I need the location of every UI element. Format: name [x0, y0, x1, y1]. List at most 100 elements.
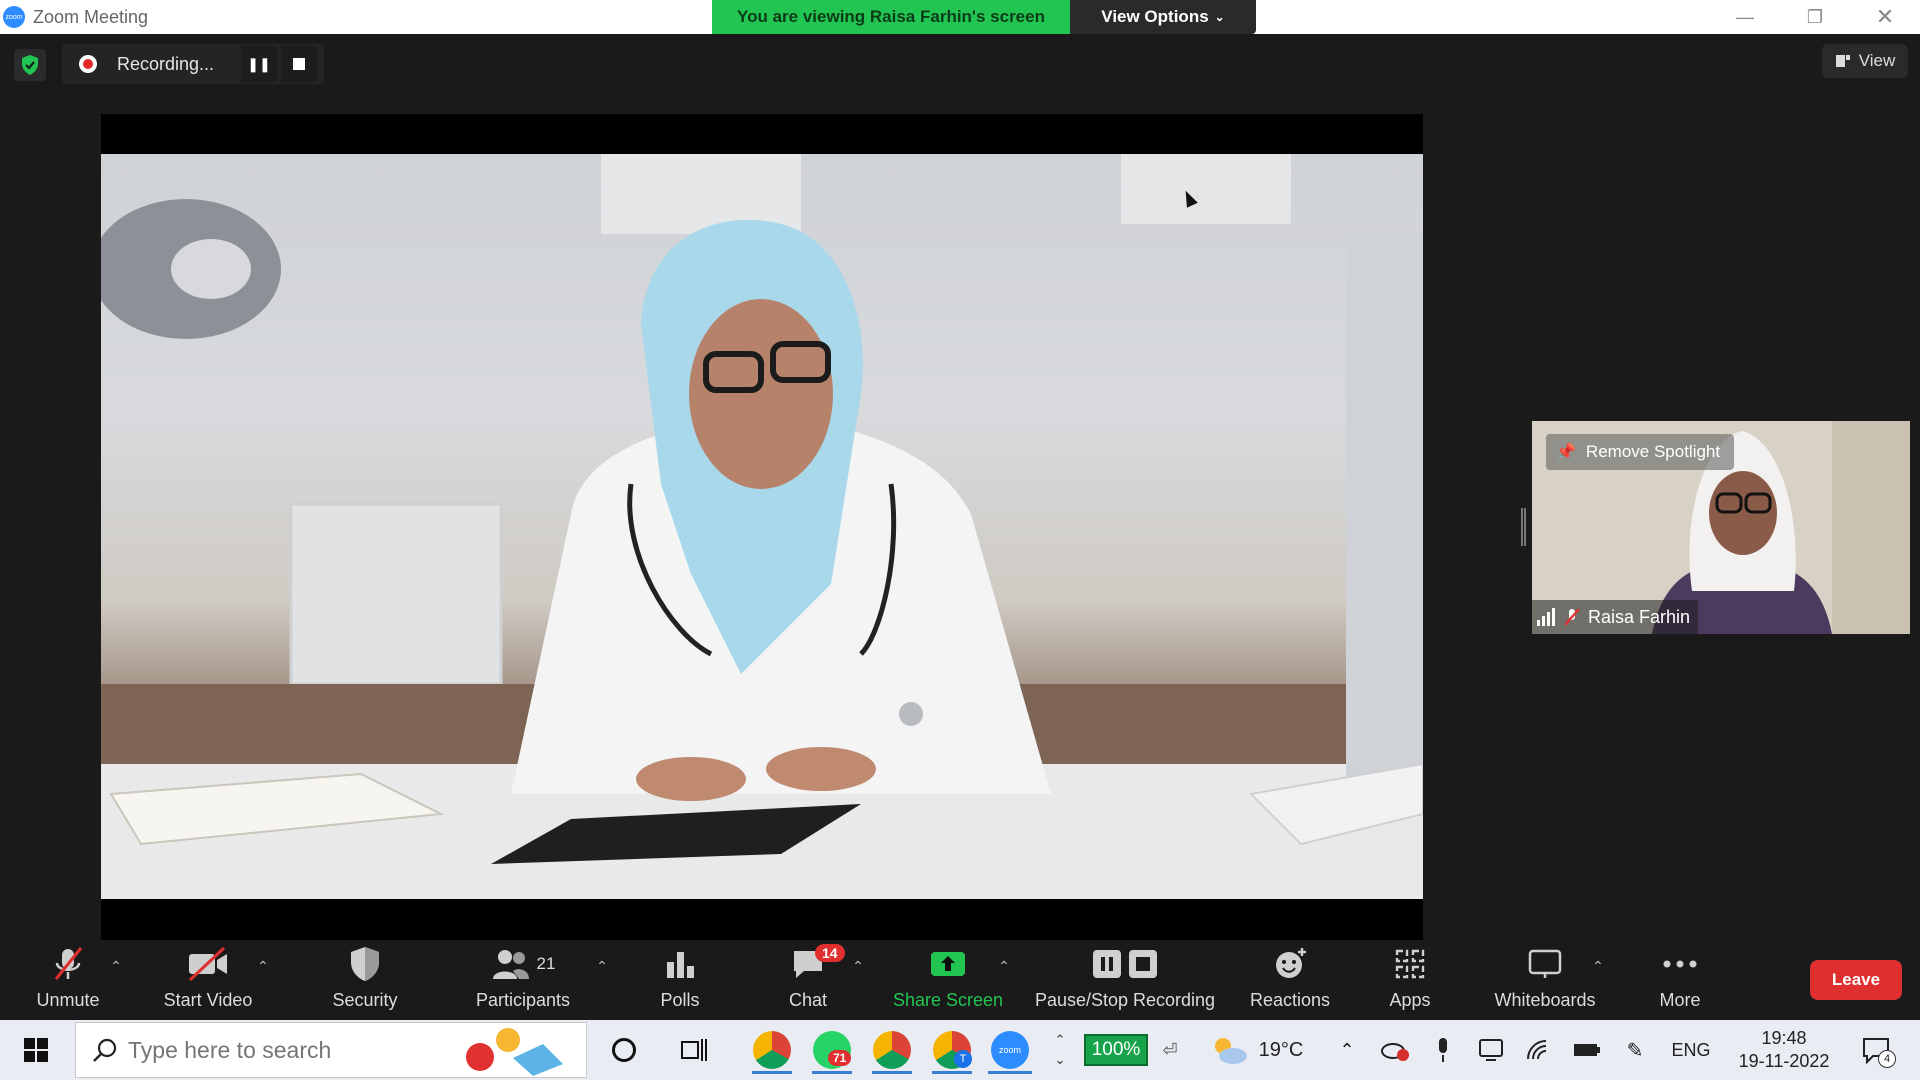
plug-icon: ⏎	[1162, 1039, 1178, 1060]
whatsapp-taskbar-app[interactable]: 71	[804, 1026, 860, 1074]
pause-icon: ❚❚	[247, 55, 271, 72]
polls-button[interactable]: Polls	[640, 940, 720, 1020]
share-screen-button[interactable]: Share Screen	[888, 940, 1008, 1020]
task-view-button[interactable]	[670, 1026, 718, 1074]
clock-time: 19:48	[1761, 1028, 1807, 1048]
pause-recording-button[interactable]: ❚❚	[241, 46, 277, 82]
minimize-icon: —	[1736, 6, 1754, 27]
more-button[interactable]: More	[1640, 940, 1720, 1020]
meeting-toolbar: Unmute ⌃ Start Video ⌃ Security 21 Parti…	[0, 940, 1920, 1020]
reactions-button[interactable]: Reactions	[1240, 940, 1340, 1020]
wifi-tray-button[interactable]	[1522, 1026, 1556, 1074]
participants-options-caret[interactable]: ⌃	[592, 958, 612, 975]
chat-label: Chat	[788, 990, 828, 1010]
taskbar-search[interactable]	[75, 1022, 587, 1078]
doctor-photo	[101, 154, 1423, 899]
notification-count: 4	[1878, 1050, 1896, 1068]
viewing-banner: You are viewing Raisa Farhin's screen Vi…	[712, 0, 1256, 34]
apps-label: Apps	[1389, 990, 1431, 1010]
audio-options-caret[interactable]: ⌃	[106, 958, 126, 975]
onedrive-button[interactable]	[1378, 1026, 1412, 1074]
minimize-button[interactable]: —	[1710, 0, 1780, 34]
view-options-label: View Options	[1101, 7, 1209, 26]
microphone-tray-button[interactable]	[1426, 1026, 1460, 1074]
chevron-up-icon: ⌃	[1054, 1032, 1066, 1047]
encryption-shield-button[interactable]	[14, 49, 46, 81]
whiteboards-button[interactable]: Whiteboards	[1480, 940, 1610, 1020]
security-button[interactable]: Security	[315, 940, 415, 1020]
view-button[interactable]: View	[1822, 44, 1908, 78]
start-video-button[interactable]: Start Video	[148, 940, 268, 1020]
signal-strength-icon	[1537, 608, 1555, 626]
clock-button[interactable]: 19:48 19-11-2022	[1728, 1026, 1840, 1074]
panel-resize-handle[interactable]	[1521, 508, 1526, 546]
pen-icon: ✎	[1626, 1039, 1644, 1062]
restore-icon: ❐	[1806, 6, 1824, 27]
participant-name: Raisa Farhin	[1588, 606, 1691, 627]
restore-button[interactable]: ❐	[1780, 0, 1850, 34]
chrome-taskbar-app-2[interactable]	[864, 1026, 920, 1074]
display-tray-button[interactable]	[1474, 1026, 1508, 1074]
battery-widget[interactable]: 100%	[1078, 1026, 1154, 1074]
reactions-label: Reactions	[1249, 990, 1331, 1010]
wifi-icon	[1527, 1040, 1547, 1060]
chevron-up-icon: ⌃	[1592, 958, 1604, 974]
clock-date: 19-11-2022	[1738, 1051, 1830, 1071]
more-label: More	[1659, 990, 1701, 1010]
participants-label: Participants	[475, 990, 571, 1010]
language-label: ENG	[1671, 1039, 1711, 1060]
close-button[interactable]: ✕	[1850, 0, 1920, 34]
share-screen-icon	[931, 952, 965, 976]
security-shield-icon	[351, 947, 379, 981]
unmute-button[interactable]: Unmute	[18, 940, 118, 1020]
pen-tray-button[interactable]: ✎	[1618, 1026, 1652, 1074]
pause-stop-recording-button[interactable]: Pause/Stop Recording	[1030, 940, 1220, 1020]
show-hidden-icons-button[interactable]: ⌃	[1332, 1026, 1362, 1074]
notifications-button[interactable]: 4	[1852, 1026, 1900, 1074]
microphone-icon	[1439, 1038, 1447, 1062]
chrome-taskbar-app-1[interactable]	[744, 1026, 800, 1074]
chrome-taskbar-app-3[interactable]: T	[924, 1026, 980, 1074]
participant-video-tile[interactable]: 📌 Remove Spotlight Raisa Farhin	[1532, 421, 1910, 634]
record-dot-icon	[79, 55, 97, 73]
apps-button[interactable]: Apps	[1370, 940, 1450, 1020]
stop-recording-button[interactable]	[281, 46, 317, 82]
participants-button[interactable]: 21 Participants	[468, 940, 578, 1020]
battery-tray-button[interactable]	[1570, 1026, 1604, 1074]
whatsapp-badge: 71	[828, 1050, 852, 1066]
search-highlight-icon	[466, 1028, 563, 1076]
zoom-taskbar-app[interactable]: zoom	[982, 1026, 1038, 1074]
language-button[interactable]: ENG	[1666, 1026, 1716, 1074]
start-button[interactable]	[12, 1026, 60, 1074]
chat-options-caret[interactable]: ⌃	[848, 958, 868, 975]
video-options-caret[interactable]: ⌃	[253, 958, 273, 975]
taskbar-scroll-arrows[interactable]: ⌃ ⌄	[1046, 1026, 1074, 1074]
zoom-app-icon: zoom	[991, 1031, 1029, 1069]
chrome-icon	[753, 1031, 791, 1069]
stop-icon	[293, 58, 305, 70]
stop-icon	[1129, 950, 1157, 978]
apps-grid-icon	[1395, 949, 1425, 979]
weather-widget[interactable]: 19°C	[1196, 1026, 1316, 1074]
search-input[interactable]	[128, 1036, 458, 1064]
view-options-button[interactable]: View Options ⌄	[1070, 0, 1256, 34]
participants-icon	[492, 950, 529, 979]
participant-name-bar: Raisa Farhin	[1532, 600, 1699, 634]
zoom-logo-icon: zoom	[3, 6, 25, 28]
polls-label: Polls	[660, 990, 700, 1010]
cortana-circle-icon	[612, 1038, 636, 1062]
cortana-button[interactable]	[600, 1026, 648, 1074]
chevron-up-icon: ⌃	[998, 958, 1010, 974]
chevron-up-icon: ⌃	[110, 958, 122, 974]
share-screen-label: Share Screen	[892, 990, 1004, 1010]
partly-cloudy-icon	[1214, 1038, 1247, 1064]
remove-spotlight-button[interactable]: 📌 Remove Spotlight	[1546, 434, 1735, 470]
whiteboards-options-caret[interactable]: ⌃	[1588, 958, 1608, 975]
reactions-smiley-icon	[1276, 948, 1306, 978]
battery-plug-button[interactable]: ⏎	[1158, 1026, 1182, 1074]
search-icon	[93, 1038, 117, 1062]
pause-icon	[1093, 950, 1121, 978]
leave-button[interactable]: Leave	[1810, 960, 1902, 1000]
chevron-down-icon: ⌄	[1214, 10, 1225, 24]
share-options-caret[interactable]: ⌃	[994, 958, 1014, 975]
